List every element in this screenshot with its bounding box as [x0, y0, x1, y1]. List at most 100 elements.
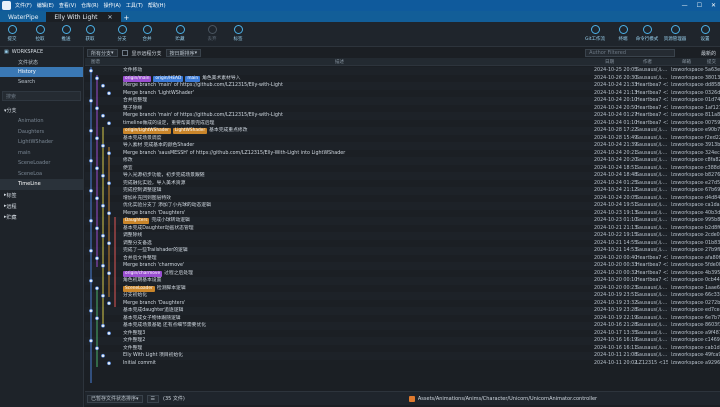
table-row[interactable]: Merge branch 'sausMESSH' of https://gith…	[85, 150, 720, 158]
table-row[interactable]: 完成控制调整逻辑 2024-10-24 21:12Sausaus(ル... <23…	[85, 187, 720, 195]
sidebar-item[interactable]: Search	[0, 77, 83, 87]
graph-commit-dot[interactable]	[89, 278, 93, 283]
col-commit[interactable]: 提交	[707, 59, 716, 65]
table-row[interactable]: 基本完成daughter追逐逻辑 2024-10-19 23:28 Sausaus(…	[85, 307, 720, 315]
col-graph[interactable]: 图谱	[91, 59, 100, 65]
table-row[interactable]: 调整分支备选 2024-10-21 14:55Sausaus(ル... <23lz…	[85, 240, 720, 248]
branch-tag[interactable]: Daughters	[123, 218, 150, 224]
sidebar-branch[interactable]: SceneLoa	[0, 169, 83, 180]
table-row[interactable]: 整子除缘 2024-10-24 20:50Heartbea7 <3727lzswo…	[85, 105, 720, 113]
table-row[interactable]: Merge branch 'Daughters' 2024-10-23 19:13…	[85, 210, 720, 218]
table-row[interactable]: 合并后文件整理 2024-10-20 00:40Heartbea7 <3727lz…	[85, 255, 720, 263]
table-row[interactable]: 基本完成Daughter动画状态管理 2024-10-21 21:13 Sausau…	[85, 225, 720, 233]
table-row[interactable]: Merge branch 'main' of https://github.co…	[85, 82, 720, 90]
menu-item[interactable]: 编辑(E)	[37, 2, 54, 9]
table-row[interactable]: Merge branch 'main' of https://github.co…	[85, 112, 720, 120]
graph-commit-dot[interactable]	[95, 106, 99, 111]
menu-item[interactable]: 查看(V)	[59, 2, 76, 9]
sidebar-item[interactable]: 文件状态	[0, 57, 83, 67]
graph-commit-dot[interactable]	[89, 338, 93, 343]
graph-commit-dot[interactable]	[89, 218, 93, 223]
selected-file[interactable]: Assets/Animations/Anims/Character/Unicor…	[408, 395, 597, 402]
col-date[interactable]: 日期	[605, 59, 614, 65]
branch-tag[interactable]: main	[185, 75, 201, 82]
graph-commit-dot[interactable]	[95, 136, 99, 141]
branch-tag[interactable]: origin/charmove	[123, 270, 163, 277]
toolbar-pull-button[interactable]: 拉取	[28, 25, 52, 42]
table-row[interactable]: 调整除线 2024-10-22 19:15Sausaus(ル... <23lzsw…	[85, 232, 720, 240]
table-row[interactable]: 文件移动 2024-10-25 20:05Sausaus(ル... <23lzsw…	[85, 67, 720, 75]
sidebar-branch[interactable]: SceneLoader	[0, 158, 83, 169]
sidebar-group[interactable]: ▾ 分支	[0, 105, 83, 116]
toolbar-branch-button[interactable]: 分支	[110, 25, 134, 42]
graph-commit-dot[interactable]	[107, 331, 111, 336]
table-row[interactable]: timeline做成的设定，重要帮美景完成后理 2024-10-24 01:10 H…	[85, 120, 720, 128]
graph-commit-dot[interactable]	[89, 98, 93, 103]
view-mode-select[interactable]: ☰	[146, 394, 160, 403]
sidebar-search-input[interactable]: 搜索	[2, 91, 81, 101]
sidebar-group[interactable]: ▸ 标签	[0, 190, 83, 201]
graph-commit-dot[interactable]	[89, 248, 93, 253]
branch-tag[interactable]: origin/main	[123, 75, 152, 82]
graph-commit-dot[interactable]	[95, 256, 99, 261]
col-email[interactable]: 邮箱	[682, 59, 691, 65]
toolbar-terminal-button[interactable]: 终端	[610, 25, 636, 42]
file-sort-select[interactable]: 已暂存文件状态排序 ▾	[87, 394, 143, 403]
menu-item[interactable]: 文件(F)	[15, 2, 32, 9]
table-row[interactable]: 增加补充回到图层特效 2024-10-24 20:05Sausaus(ル... <…	[85, 195, 720, 203]
graph-commit-dot[interactable]	[107, 181, 111, 186]
branch-tag[interactable]: origin/HEAD	[153, 75, 184, 82]
graph-commit-dot[interactable]	[107, 151, 111, 156]
maximize-icon[interactable]: ☐	[697, 2, 702, 9]
graph-commit-dot[interactable]	[101, 233, 105, 238]
menu-item[interactable]: 操作(A)	[104, 2, 121, 9]
graph-commit-dot[interactable]	[107, 301, 111, 306]
table-row[interactable]: Initial commit 2024-10-11 20:02 LZ12315 <1…	[85, 360, 720, 368]
toolbar-fetch-button[interactable]: 获取	[78, 25, 102, 42]
toolbar-push-button[interactable]: 推送	[54, 25, 78, 42]
sidebar-branch[interactable]: LightWShader	[0, 137, 83, 148]
workspace-header[interactable]: ▣ WORKSPACE	[0, 47, 83, 57]
table-row[interactable]: Merge branch 'Daughters' 2024-10-19 23:32…	[85, 300, 720, 308]
toolbar-gear-button[interactable]: 设置	[692, 25, 718, 42]
graph-commit-dot[interactable]	[101, 113, 105, 118]
sidebar-branch[interactable]: Animation	[0, 116, 83, 127]
toolbar-discard-button[interactable]: 丢弃	[200, 25, 224, 42]
table-row[interactable]: 基本完成女子物体跟随逻辑 2024-10-19 22:19 Sausaus(ル...…	[85, 315, 720, 323]
branch-tag[interactable]: SceneLoader	[123, 285, 155, 292]
table-row[interactable]: 便宜 2024-10-24 18:51Sausaus(ル... <23lzswor…	[85, 165, 720, 173]
col-desc[interactable]: 描述	[335, 59, 344, 65]
table-row[interactable]: 分支初始化 2024-10-19 23:51Sausaus(ル... <23lzs…	[85, 292, 720, 300]
graph-commit-dot[interactable]	[107, 121, 111, 126]
graph-commit-dot[interactable]	[89, 128, 93, 133]
table-row[interactable]: origin/main origin/HEAD main 角色美术素材导入 2024-1…	[85, 75, 720, 83]
graph-commit-dot[interactable]	[89, 68, 93, 73]
graph-commit-dot[interactable]	[101, 353, 105, 358]
toolbar-merge-button[interactable]: 合并	[135, 25, 159, 42]
table-row[interactable]: origin/LightWShader LightWShader 基本完成重点修改 2…	[85, 127, 720, 135]
branch-filter-select[interactable]: 所有分支 ▾	[87, 49, 118, 57]
graph-commit-dot[interactable]	[95, 196, 99, 201]
graph-commit-dot[interactable]	[95, 316, 99, 321]
branch-tag[interactable]: LightWShader	[172, 128, 208, 134]
graph-commit-dot[interactable]	[95, 166, 99, 171]
graph-commit-dot[interactable]	[101, 263, 105, 268]
sidebar-branch[interactable]: main	[0, 148, 83, 159]
graph-commit-dot[interactable]	[95, 286, 99, 291]
table-row[interactable]: 优化实验分支了 添加了小光球的动态逻辑 2024-10-24 19:51 Sausa…	[85, 202, 720, 210]
minimize-icon[interactable]: —	[682, 2, 688, 9]
graph-commit-dot[interactable]	[107, 241, 111, 246]
graph-commit-dot[interactable]	[107, 361, 111, 366]
graph-commit-dot[interactable]	[107, 91, 111, 96]
graph-commit-dot[interactable]	[101, 203, 105, 208]
table-row[interactable]: 文件整理3 2024-10-17 13:35Sausaus(ル... <23lzs…	[85, 330, 720, 338]
new-tab-button[interactable]: +	[121, 14, 133, 22]
branch-tag[interactable]: origin/LightWShader	[123, 128, 171, 134]
table-row[interactable]: origin/charmove 过程之后处理 2024-10-20 00:32 Hea…	[85, 270, 720, 278]
table-row[interactable]: Daughters 完成小球转动逻辑 2024-10-23 01:10 Sausaus…	[85, 217, 720, 225]
table-row[interactable]: 合并后整理 2024-10-24 20:10Heartbea7 <3727lzsw…	[85, 97, 720, 105]
toolbar-tag-button[interactable]: 标签	[226, 25, 250, 42]
table-row[interactable]: Elly With Light 项目初始化 2024-10-11 21:08 Sau…	[85, 352, 720, 360]
order-select[interactable]: 按日期排序 ▾	[165, 49, 202, 57]
graph-commit-dot[interactable]	[107, 271, 111, 276]
